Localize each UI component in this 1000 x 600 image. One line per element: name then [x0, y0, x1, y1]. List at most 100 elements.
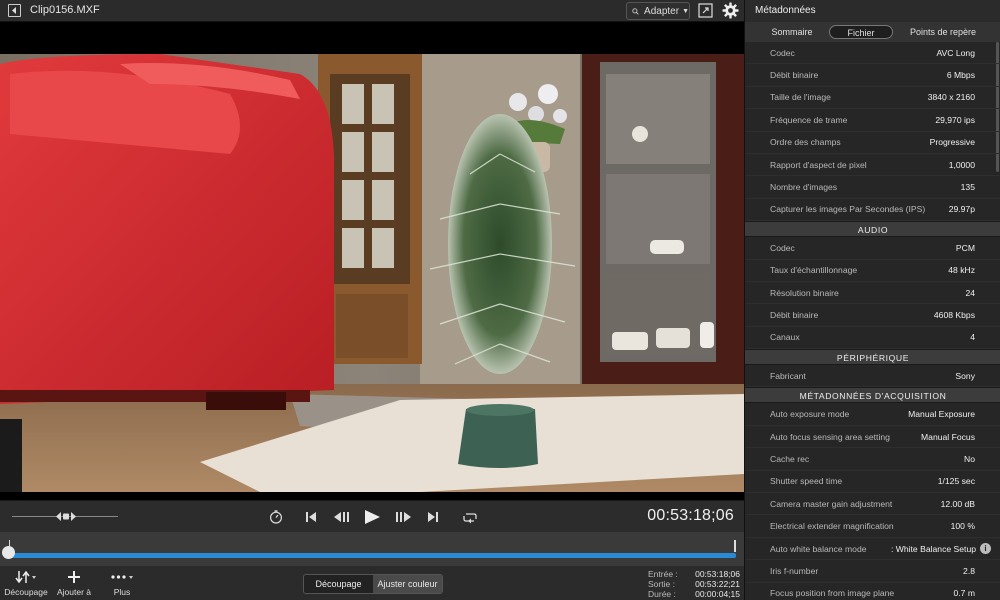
metadata-key: Focus position from image plane	[770, 588, 895, 599]
go-to-end-button[interactable]	[426, 509, 440, 525]
metadata-row: Résolution binaire 24	[745, 282, 1000, 305]
metadata-key: Fréquence de trame	[770, 114, 848, 125]
metadata-key: Canaux	[770, 332, 800, 343]
metadata-row: Electrical extender magnification 100 %	[745, 515, 1000, 538]
skip-forward-icon	[428, 512, 438, 522]
play-button[interactable]	[362, 509, 382, 525]
fullscreen-icon[interactable]	[698, 3, 713, 18]
loop-button[interactable]	[462, 509, 478, 525]
metadata-value: 1/125 sec	[937, 476, 975, 487]
metadata-row: Taille de l'image 3840 x 2160	[745, 87, 1000, 110]
metadata-value: PCM	[955, 242, 975, 253]
metadata-row: Débit binaire 4608 Kbps	[745, 304, 1000, 327]
metadata-value: 3840 x 2160	[927, 92, 975, 103]
tab-cue-points[interactable]: Points de repère	[903, 25, 983, 39]
metadata-value: 24	[965, 287, 975, 298]
viewer-toolbar: Clip0156.MXF Adapter ▼	[0, 0, 744, 22]
step-forward-button[interactable]	[394, 509, 412, 525]
metadata-key: Electrical extender magnification	[770, 521, 894, 532]
trim-icon	[15, 570, 36, 584]
metadata-list: Codec AVC Long Débit binaire 6 Mbps Taille d…	[745, 42, 1000, 600]
out-point-marker[interactable]	[734, 540, 736, 552]
duration-value: 00:00:04;15	[695, 589, 740, 599]
in-label: Entrée :	[648, 569, 678, 579]
out-label: Sortie :	[648, 579, 675, 589]
metadata-value: Progressive	[929, 137, 975, 148]
mode-tabs: Découpage Ajuster couleur	[303, 574, 443, 594]
tab-adjust-color[interactable]: Ajuster couleur	[373, 575, 442, 593]
metadata-value: 4608 Kbps	[933, 309, 975, 320]
metadata-value: Manual Focus	[921, 431, 975, 442]
metadata-key: Nombre d'images	[770, 182, 838, 193]
bottom-toolbar: Découpage Ajouter à Plus Découpage Ajust…	[0, 566, 744, 600]
metadata-value: Manual Exposure	[908, 409, 975, 420]
metadata-row: Fréquence de trame 29,970 ips	[745, 109, 1000, 132]
tab-summary[interactable]: Sommaire	[763, 25, 821, 39]
timecode-display: 00:53:18;06	[647, 507, 734, 524]
metadata-row: Taux d'échantillonnage 48 kHz	[745, 260, 1000, 282]
metadata-key: Fabricant	[770, 370, 806, 381]
info-icon[interactable]: i	[980, 543, 991, 554]
frame-back-icon	[333, 512, 349, 522]
more-dots-icon	[111, 575, 133, 579]
metadata-row: Capturer les images Par Secondes (IPS) 29…	[745, 199, 1000, 222]
playhead[interactable]	[2, 546, 15, 559]
metadata-row: Auto white balance mode: White Balance S…	[745, 538, 1000, 561]
clip-title: Clip0156.MXF	[30, 4, 100, 16]
metadata-key: Auto exposure mode	[770, 409, 850, 420]
metadata-value: 29.97p	[948, 204, 975, 215]
metadata-value: AVC Long	[936, 47, 975, 58]
out-value: 00:53:22;21	[695, 579, 740, 589]
step-back-button[interactable]	[332, 509, 350, 525]
video-viewer[interactable]	[0, 22, 744, 500]
add-to-label: Ajouter à	[56, 587, 92, 597]
video-frame-image	[0, 54, 744, 492]
metadata-value: 29,970 ips	[935, 114, 975, 125]
timer-button[interactable]	[268, 509, 284, 525]
metadata-key: Ordre des champs	[770, 137, 841, 148]
timeline-selection-bar[interactable]	[8, 553, 736, 558]
metadata-row: Canaux 4	[745, 327, 1000, 350]
metadata-value: 48 kHz	[948, 265, 975, 276]
tab-file[interactable]: Fichier	[829, 25, 893, 39]
in-out-summary: Entrée :00:53:18;06 Sortie :00:53:22;21 …	[648, 569, 740, 599]
panel-title: Métadonnées	[745, 0, 1000, 22]
timeline[interactable]	[0, 532, 744, 566]
play-icon	[365, 510, 380, 524]
metadata-value: 2.8	[963, 565, 975, 576]
section-audio: AUDIO	[745, 221, 1000, 238]
metadata-value: Sony	[955, 370, 975, 381]
metadata-row: Iris f-number 2.8	[745, 560, 1000, 583]
transport-controls: 00:53:18;06	[0, 500, 744, 532]
metadata-value: 100 %	[950, 521, 975, 532]
back-button[interactable]	[8, 4, 21, 17]
metadata-key: Codec	[770, 242, 795, 253]
jog-shuttle-icon[interactable]	[56, 511, 76, 522]
fit-dropdown[interactable]: Adapter ▼	[626, 2, 690, 20]
more-label: Plus	[113, 587, 131, 597]
more-button[interactable]: Plus	[100, 569, 144, 597]
in-value: 00:53:18;06	[695, 569, 740, 579]
search-icon	[632, 7, 639, 15]
metadata-key: Auto focus sensing area setting	[770, 431, 890, 442]
timer-icon	[269, 510, 283, 524]
trim-tool-label: Découpage	[4, 587, 48, 597]
add-to-button[interactable]: Ajouter à	[52, 569, 96, 597]
metadata-key: Codec	[770, 47, 795, 58]
app-window: Clip0156.MXF Adapter ▼ 00:53:18;06 Décou…	[0, 0, 1000, 600]
metadata-key: Cache rec	[770, 453, 810, 464]
metadata-value: : White Balance Setup	[890, 543, 976, 554]
tab-trim[interactable]: Découpage	[304, 575, 373, 593]
skip-back-icon	[306, 512, 316, 522]
metadata-key: Iris f-number	[770, 565, 819, 576]
gear-icon[interactable]	[722, 2, 739, 19]
metadata-row: Ordre des champs Progressive	[745, 132, 1000, 154]
metadata-key: Débit binaire	[770, 70, 819, 81]
go-to-start-button[interactable]	[304, 509, 318, 525]
back-arrow-icon	[12, 7, 16, 14]
metadata-key: Résolution binaire	[770, 287, 839, 298]
trim-tool-button[interactable]: Découpage	[4, 569, 48, 597]
chevron-down-icon: ▼	[682, 7, 689, 15]
duration-label: Durée :	[648, 589, 676, 599]
metadata-value: 12.00 dB	[940, 498, 975, 509]
